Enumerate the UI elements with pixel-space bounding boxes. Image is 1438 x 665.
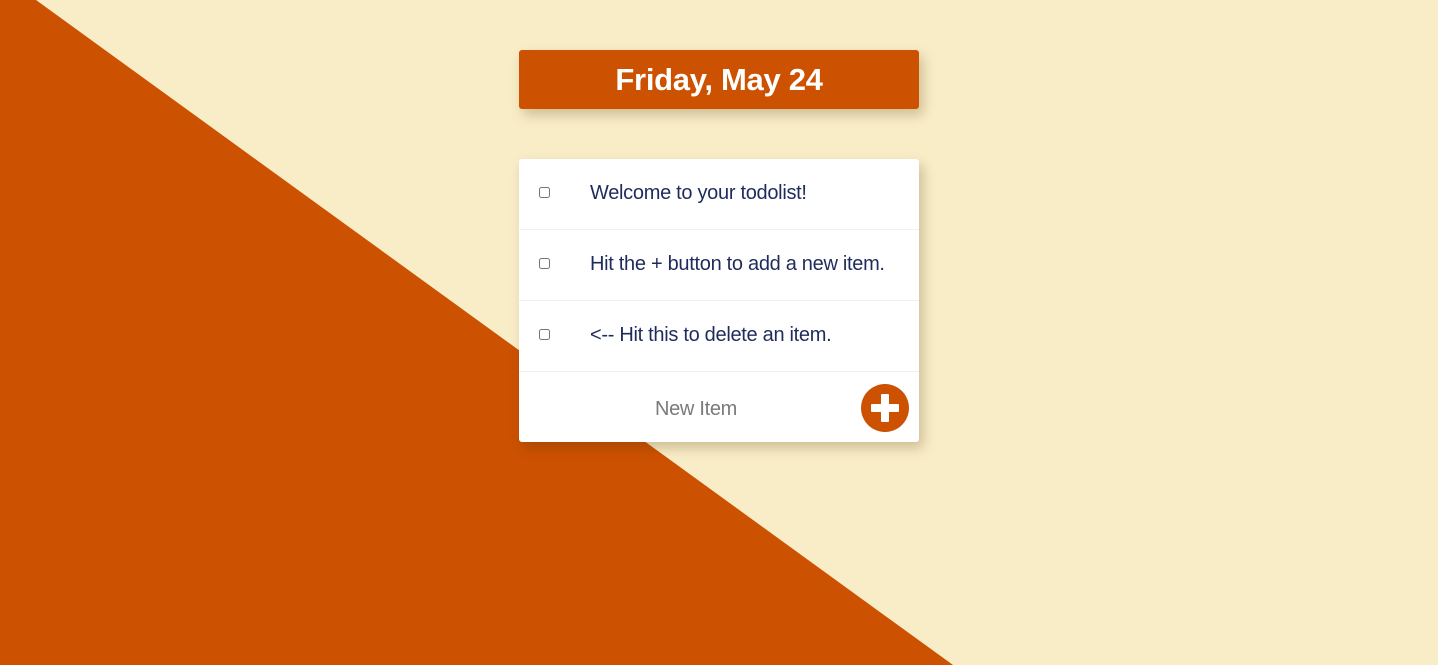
todo-item: <-- Hit this to delete an item. <box>519 301 919 372</box>
new-item-form <box>519 372 919 442</box>
todo-item: Welcome to your todolist! <box>519 159 919 230</box>
date-title: Friday, May 24 <box>615 61 823 97</box>
item-delete-checkbox[interactable] <box>539 258 550 269</box>
item-delete-checkbox[interactable] <box>539 187 550 198</box>
plus-icon <box>871 394 899 422</box>
new-item-input[interactable] <box>529 390 863 428</box>
todo-list-box: Welcome to your todolist! Hit the + butt… <box>519 159 919 442</box>
add-item-button[interactable] <box>861 384 909 432</box>
todo-item: Hit the + button to add a new item. <box>519 230 919 301</box>
item-text: <-- Hit this to delete an item. <box>590 324 832 346</box>
item-text: Welcome to your todolist! <box>590 182 807 204</box>
date-heading-box: Friday, May 24 <box>519 50 919 109</box>
item-text: Hit the + button to add a new item. <box>590 253 885 275</box>
item-delete-checkbox[interactable] <box>539 329 550 340</box>
